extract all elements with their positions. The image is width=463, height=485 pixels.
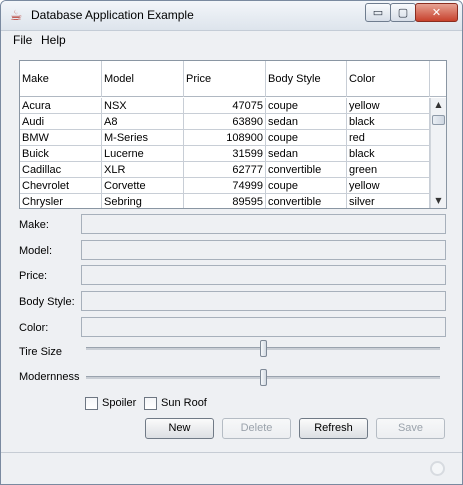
table-row[interactable]: Acura NSX 47075 coupe yellow [20,98,430,114]
minimize-button[interactable]: ▭ [365,3,391,22]
cell-make: Acura [20,98,102,114]
scroll-thumb[interactable] [432,115,445,125]
window-title: Database Application Example [31,8,194,22]
table-row[interactable]: Chevrolet Corvette 74999 coupe yellow [20,178,430,194]
cell-model: A8 [102,114,184,130]
price-label: Price: [19,270,48,282]
model-field[interactable] [81,240,446,260]
cars-table: Make Model Price Body Style Color Acura … [19,60,447,209]
cell-color: black [347,114,430,130]
tire-size-slider[interactable] [260,340,267,357]
cell-price: 47075 [184,98,266,114]
body-style-label: Body Style: [19,296,75,308]
table-row[interactable]: BMW M-Series 108900 coupe red [20,130,430,146]
cell-price: 63890 [184,114,266,130]
table-row[interactable]: Audi A8 63890 sedan black [20,114,430,130]
price-field[interactable] [81,265,446,285]
title-bar: ☕ Database Application Example ▭ ▢ ✕ [1,1,462,31]
table-row[interactable]: Buick Lucerne 31599 sedan black [20,146,430,162]
column-header-body-style[interactable]: Body Style [266,61,347,97]
make-label: Make: [19,219,49,231]
cell-body-style: coupe [266,178,347,194]
spoiler-checkbox[interactable] [85,397,98,410]
cell-color: red [347,130,430,146]
column-header-model[interactable]: Model [102,61,184,97]
cell-body-style: coupe [266,98,347,114]
tire-size-label: Tire Size [19,346,62,358]
cell-make: Cadillac [20,162,102,178]
make-field[interactable] [81,214,446,234]
cell-model: Lucerne [102,146,184,162]
cell-body-style: sedan [266,114,347,130]
cell-price: 74999 [184,178,266,194]
table-row[interactable]: Cadillac XLR 62777 convertible green [20,162,430,178]
cell-body-style: coupe [266,130,347,146]
color-field[interactable] [81,317,446,337]
cell-model: Corvette [102,178,184,194]
modernness-label: Modernness [19,371,80,383]
cell-body-style: sedan [266,146,347,162]
cell-body-style: convertible [266,194,347,208]
cell-price: 62777 [184,162,266,178]
cell-make: Chevrolet [20,178,102,194]
body-style-field[interactable] [81,291,446,311]
cell-color: yellow [347,178,430,194]
column-header-make[interactable]: Make [20,61,102,97]
column-header-color[interactable]: Color [347,61,430,97]
cell-make: Audi [20,114,102,130]
app-window: ☕ Database Application Example ▭ ▢ ✕ Fil… [0,0,463,485]
cell-make: Buick [20,146,102,162]
java-icon: ☕ [9,8,23,24]
cell-make: BMW [20,130,102,146]
cell-color: yellow [347,98,430,114]
maximize-button[interactable]: ▢ [390,3,416,22]
refresh-button[interactable]: Refresh [299,418,368,439]
table-scrollbar[interactable]: ▲ ▼ [430,98,446,208]
status-bar [1,452,462,484]
cell-body-style: convertible [266,162,347,178]
cell-color: silver [347,194,430,208]
table-header: Make Model Price Body Style Color [20,61,446,97]
scroll-down-arrow-icon[interactable]: ▼ [431,194,446,208]
cell-model: Sebring [102,194,184,208]
close-button[interactable]: ✕ [415,3,458,22]
sun-roof-label[interactable]: Sun Roof [161,397,207,409]
cell-model: NSX [102,98,184,114]
cell-price: 108900 [184,130,266,146]
menu-bar: File Help [1,31,462,49]
menu-file[interactable]: File [13,33,32,47]
table-row[interactable]: Chrysler Sebring 89595 convertible silve… [20,194,430,208]
cell-color: green [347,162,430,178]
cell-color: black [347,146,430,162]
column-header-price[interactable]: Price [184,61,266,97]
color-label: Color: [19,322,49,334]
save-button[interactable]: Save [376,418,445,439]
modernness-slider[interactable] [260,369,267,386]
scroll-up-arrow-icon[interactable]: ▲ [431,98,446,112]
model-label: Model: [19,245,53,257]
table-body: Acura NSX 47075 coupe yellow Audi A8 638… [20,98,430,208]
progress-spinner-icon [430,461,445,476]
cell-price: 31599 [184,146,266,162]
cell-price: 89595 [184,194,266,208]
cell-make: Chrysler [20,194,102,208]
cell-model: M-Series [102,130,184,146]
delete-button[interactable]: Delete [222,418,291,439]
spoiler-label[interactable]: Spoiler [102,397,136,409]
cell-model: XLR [102,162,184,178]
new-button[interactable]: New [145,418,214,439]
sun-roof-checkbox[interactable] [144,397,157,410]
menu-help[interactable]: Help [41,33,66,47]
